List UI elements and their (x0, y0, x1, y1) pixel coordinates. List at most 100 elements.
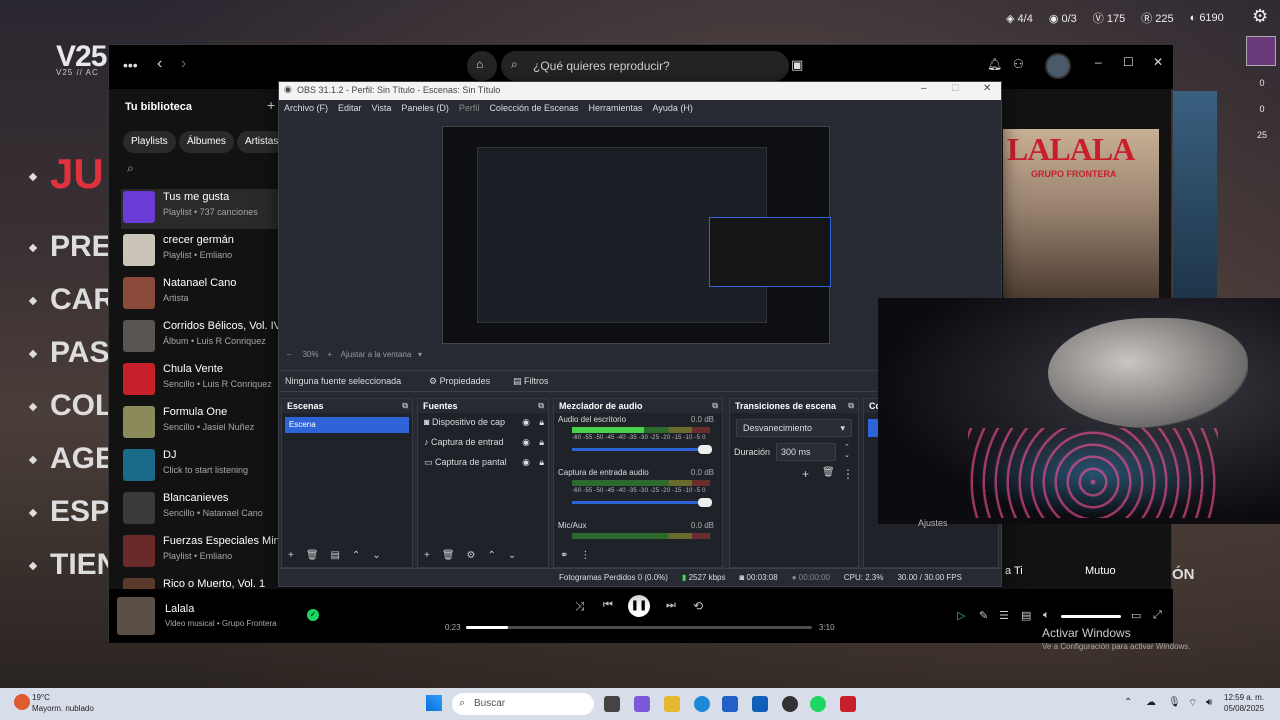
obs-menu-item[interactable]: Editar (338, 103, 362, 118)
popout-icon[interactable]: ⧉ (848, 401, 854, 411)
obs-menu-item[interactable]: Archivo (F) (284, 103, 328, 118)
game-menu-item[interactable]: ESP (28, 495, 110, 529)
start-streaming-button[interactable] (868, 419, 878, 437)
shuffle-icon[interactable]: ⤨ (575, 599, 585, 614)
repeat-icon[interactable]: ⟲ (693, 599, 703, 613)
fullscreen-icon[interactable]: ⤢ (1153, 609, 1162, 622)
transition-select[interactable]: Desvanecimiento ▾ (736, 419, 852, 437)
device-icon[interactable]: ▤ (1021, 609, 1031, 622)
home-button[interactable]: ⌂ (467, 51, 497, 81)
lock-icon[interactable]: 🔒︎ (539, 417, 544, 428)
search-input[interactable]: ⌕ ¿Qué quieres reproducir? (501, 51, 789, 81)
chip-albums[interactable]: Álbumes (179, 131, 234, 153)
spotify-taskbar-icon[interactable] (810, 696, 826, 712)
search-icon[interactable]: ⌕ (127, 161, 134, 176)
slider-knob[interactable] (698, 498, 712, 507)
pause-button[interactable]: ❚❚ (628, 595, 650, 617)
library-item[interactable]: Corridos Bélicos, Vol. IV Álbum • Luis R … (121, 318, 281, 358)
obs-menu-item[interactable]: Perfil (459, 103, 480, 118)
volume-slider[interactable] (1061, 615, 1121, 618)
stepper-icon[interactable]: ⌃ ⌄ (844, 443, 850, 459)
forward-icon[interactable]: › (181, 55, 186, 73)
edge-icon[interactable] (694, 696, 710, 712)
library-item[interactable]: Natanael Cano Artista (121, 275, 281, 315)
check-icon[interactable]: ✓ (307, 609, 319, 621)
close-icon[interactable]: ✕ (983, 83, 991, 94)
add-icon[interactable]: + (424, 550, 430, 564)
down-icon[interactable]: ⌄ (372, 550, 380, 564)
wifi-icon[interactable]: ⌔ (1188, 697, 1197, 710)
library-item[interactable]: Blancanieves Sencillo • Natanael Cano (121, 490, 281, 530)
source-item[interactable]: ♪ Captura de entrad ◉ 🔒︎ (418, 433, 548, 453)
back-icon[interactable]: ‹ (157, 55, 162, 73)
game-menu-item[interactable]: AGE (28, 442, 115, 476)
chevron-up-icon[interactable]: ⌃ (1124, 697, 1132, 708)
network-icon[interactable]: ☁ (1146, 697, 1156, 708)
album-cover[interactable]: LALALA GRUPO FRONTERA (1003, 129, 1159, 301)
store-icon[interactable] (722, 696, 738, 712)
video-icon[interactable]: ▷ (957, 609, 965, 622)
add-icon[interactable]: + (267, 97, 275, 113)
popout-icon[interactable]: ⧉ (402, 401, 408, 411)
obs-taskbar-icon[interactable] (782, 696, 798, 712)
lock-icon[interactable]: 🔒︎ (539, 457, 544, 468)
trash-icon[interactable]: 🗑︎ (306, 550, 319, 564)
maximize-icon[interactable]: ☐ (951, 83, 959, 94)
now-playing-title[interactable]: Lalala (165, 603, 194, 615)
game-menu-item[interactable]: PAS (28, 336, 109, 370)
avatar[interactable] (1246, 36, 1276, 66)
library-item[interactable]: Tus me gusta Playlist • 737 canciones (121, 189, 281, 229)
previous-icon[interactable]: ⏮ (603, 599, 613, 612)
obs-menu-item[interactable]: Colección de Escenas (489, 103, 578, 118)
game-menu-item[interactable]: PRE (28, 230, 112, 264)
taskbar-search[interactable]: ⌕ Buscar (452, 693, 594, 715)
properties-button[interactable]: ⚙ Propiedades (429, 376, 490, 387)
slider-knob[interactable] (698, 445, 712, 454)
fit-window-button[interactable]: Ajustar a la ventana (341, 350, 412, 359)
avatar[interactable] (1045, 53, 1071, 79)
popout-icon[interactable]: ⧉ (712, 401, 718, 411)
minimize-icon[interactable]: – (921, 83, 927, 94)
obs-menu-item[interactable]: Herramientas (589, 103, 643, 118)
volume-icon[interactable]: 🔊︎ (1206, 697, 1212, 708)
browse-icon[interactable]: ▣ (791, 57, 803, 73)
game-menu-item[interactable]: CAR (28, 283, 115, 317)
up-icon[interactable]: ⌃ (352, 550, 360, 564)
chip-playlists[interactable]: Playlists (123, 131, 176, 153)
trash-icon[interactable]: 🗑︎ (442, 550, 455, 564)
eye-icon[interactable]: ◉ (522, 457, 530, 468)
volume-icon[interactable]: 🔈︎ (1043, 609, 1050, 622)
game-taskbar-icon[interactable] (840, 696, 856, 712)
down-icon[interactable]: ⌄ (508, 550, 516, 564)
mic-icon[interactable]: ✎ (979, 609, 988, 622)
popout-icon[interactable]: ⧉ (538, 401, 544, 411)
zoom-out-icon[interactable]: – (287, 350, 291, 359)
maximize-icon[interactable]: ☐ (1123, 55, 1134, 69)
menu-icon[interactable]: ⋮ (842, 467, 854, 481)
bell-icon[interactable]: 🔔︎ (987, 57, 1002, 71)
library-item[interactable]: Formula One Sencillo • Jasiel Nuñez (121, 404, 281, 444)
outlook-icon[interactable] (752, 696, 768, 712)
up-icon[interactable]: ⌃ (488, 550, 496, 564)
lock-icon[interactable]: 🔒︎ (539, 437, 544, 448)
link-icon[interactable]: ⚭ (560, 550, 568, 564)
system-clock[interactable]: 12:59 a. m. 05/08/2025 (1224, 692, 1264, 714)
scene-item[interactable]: Escena (285, 417, 409, 433)
duration-input[interactable]: 300 ms (776, 443, 836, 461)
trash-icon[interactable]: 🗑︎ (822, 467, 835, 478)
obs-menu-item[interactable]: Paneles (D) (401, 103, 449, 118)
obs-preview[interactable] (442, 126, 831, 344)
eye-icon[interactable]: ◉ (522, 437, 530, 448)
add-icon[interactable]: + (802, 467, 809, 481)
game-menu-item[interactable]: JU (28, 150, 104, 198)
volume-slider[interactable] (572, 498, 712, 507)
chevron-down-icon[interactable]: ▾ (418, 350, 422, 359)
library-item[interactable]: Chula Vente Sencillo • Luis R Conriquez (121, 361, 281, 401)
filter-icon[interactable]: ▤ (331, 550, 340, 564)
close-icon[interactable]: ✕ (1153, 55, 1163, 69)
more-icon[interactable]: ••• (123, 57, 138, 73)
preview-webcam-source[interactable] (709, 217, 831, 287)
weather-widget[interactable]: 19°C Mayorm. nublado (32, 692, 94, 714)
minimize-icon[interactable]: – (1095, 55, 1102, 69)
volume-slider[interactable] (572, 445, 712, 454)
